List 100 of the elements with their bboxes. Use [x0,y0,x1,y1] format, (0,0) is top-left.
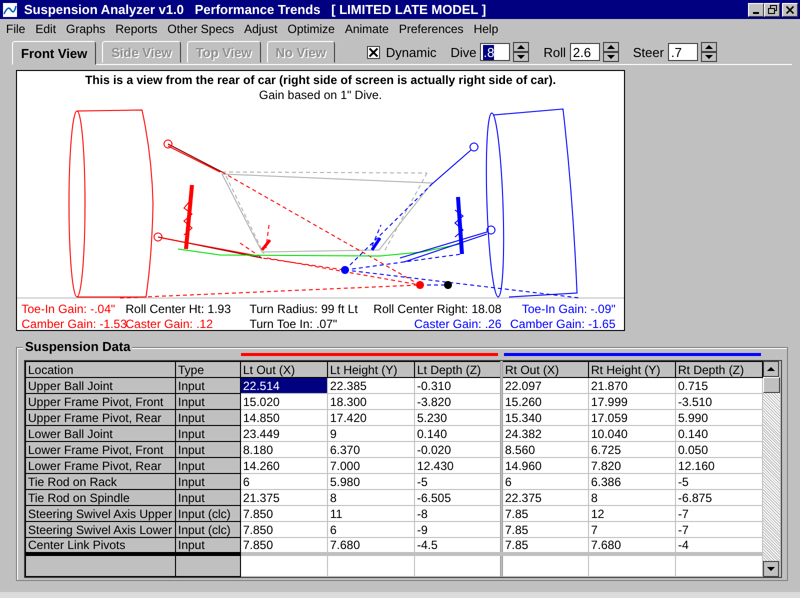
table-cell[interactable]: -5 [414,474,502,490]
dynamic-checkbox[interactable] [366,46,380,58]
table-cell[interactable]: -7 [676,522,762,538]
table-cell[interactable]: 7.820 [588,458,676,474]
table-cell[interactable]: 22.097 [502,378,588,394]
table-cell: Lower Frame Pivot, Front [26,442,176,458]
table-cell[interactable]: 15.340 [502,410,588,426]
table-cell[interactable]: 21.375 [240,490,328,506]
table-cell[interactable]: 5.230 [414,410,502,426]
table-cell[interactable]: 6 [240,474,328,490]
menu-item[interactable]: Animate [344,22,389,36]
table-cell[interactable]: 0.715 [676,378,762,394]
table-cell[interactable]: -3.510 [676,394,762,410]
minimize-button[interactable] [748,2,764,16]
column-header[interactable]: Rt Depth (Z) [676,362,762,378]
table-cell[interactable]: 22.514 [240,378,328,394]
table-cell[interactable]: -9 [414,522,502,538]
spin-buttons[interactable] [700,42,717,62]
table-cell[interactable]: 5.980 [328,474,414,490]
menu-item[interactable]: Optimize [287,22,335,36]
spinner-field[interactable]: .8 [480,43,510,61]
table-cell[interactable]: 12 [588,506,676,522]
spinner-field[interactable]: .7 [668,43,698,61]
column-header[interactable]: Rt Out (X) [502,362,588,378]
table-cell[interactable]: 17.059 [588,410,676,426]
table-cell[interactable]: 17.999 [588,394,676,410]
table-cell[interactable]: 12.160 [676,458,762,474]
view-tab[interactable]: Front View [12,41,96,65]
table-cell[interactable]: 10.040 [588,426,676,442]
menu-item[interactable]: Help [474,22,498,36]
vertical-scrollbar[interactable] [763,361,780,576]
table-cell[interactable]: 7.850 [240,522,328,538]
table-cell: Upper Frame Pivot, Front [26,394,176,410]
table-cell[interactable]: -0.020 [414,442,502,458]
table-cell[interactable]: 12.430 [414,458,502,474]
table-cell[interactable]: 5.990 [676,410,762,426]
spin-buttons[interactable] [602,42,619,62]
table-cell[interactable]: -7 [676,506,762,522]
table-cell[interactable]: 9 [328,426,414,442]
table-cell[interactable]: 7.85 [502,506,588,522]
table-cell[interactable]: 24.382 [502,426,588,442]
table-cell[interactable]: 14.960 [502,458,588,474]
checkbox-label: Dynamic [386,44,436,60]
spin-buttons[interactable] [513,42,530,62]
column-header[interactable]: Location [26,362,176,378]
table-cell[interactable]: 22.385 [328,378,414,394]
menu-item[interactable]: Adjust [244,22,278,36]
table-cell[interactable]: -3.820 [414,394,502,410]
column-header[interactable]: Lt Out (X) [240,362,328,378]
table-cell[interactable]: 0.140 [414,426,502,442]
table-cell[interactable]: 8.180 [240,442,328,458]
table-cell[interactable]: 21.870 [588,378,676,394]
table-cell[interactable]: 15.260 [502,394,588,410]
table-cell[interactable]: 18.300 [328,394,414,410]
table-cell[interactable]: -6.505 [414,490,502,506]
window-title: Suspension Analyzer v1.0 Performance Trends [ LIMITED LATE MODEL ] [24,2,488,17]
close-button[interactable] [782,2,798,16]
column-header[interactable]: Rt Height (Y) [588,362,676,378]
menu-item[interactable]: File [6,22,26,36]
table-cell[interactable]: 6.386 [588,474,676,490]
table-cell[interactable]: 7.000 [328,458,414,474]
spinner-field[interactable]: 2.6 [570,43,600,61]
table-cell[interactable]: -5 [676,474,762,490]
table-cell[interactable]: 14.850 [240,410,328,426]
table-cell[interactable]: 8.560 [502,442,588,458]
table-cell[interactable]: 11 [328,506,414,522]
menu-item[interactable]: Graphs [66,22,106,36]
field-value: .7 [670,44,682,60]
table-cell[interactable]: 8 [588,490,676,506]
column-header[interactable]: Lt Height (Y) [328,362,414,378]
table-cell[interactable]: 7.850 [240,506,328,522]
table-cell[interactable]: 7.85 [502,522,588,538]
scroll-thumb[interactable] [763,377,780,393]
table-cell: Lower Ball Joint [26,426,176,442]
table-cell[interactable]: 0.140 [676,426,762,442]
menu-item[interactable]: Other Specs [167,22,234,36]
table-cell[interactable]: 22.375 [502,490,588,506]
column-header[interactable]: Lt Depth (Z) [414,362,502,378]
table-cell[interactable]: -6.875 [676,490,762,506]
menu-item[interactable]: Preferences [398,22,464,36]
table-cell[interactable]: 15.020 [240,394,328,410]
menu-item[interactable]: Reports [115,22,158,36]
table-cell[interactable]: -8 [414,506,502,522]
table-cell[interactable]: -0.310 [414,378,502,394]
scroll-down-icon[interactable] [763,560,779,576]
table-cell[interactable]: 0.050 [676,442,762,458]
table-cell[interactable]: 14.260 [240,458,328,474]
restore-button[interactable] [764,2,780,16]
table-cell[interactable]: 6 [328,522,414,538]
table-cell[interactable]: 8 [328,490,414,506]
table-cell[interactable]: 17.420 [328,410,414,426]
table-cell[interactable]: 23.449 [240,426,328,442]
table-cell[interactable]: 7 [588,522,676,538]
table-cell[interactable]: 6.725 [588,442,676,458]
column-header[interactable]: Type [176,362,240,378]
scroll-up-icon[interactable] [763,361,779,377]
close-icon [786,6,794,14]
table-cell[interactable]: 6 [502,474,588,490]
menu-item[interactable]: Edit [35,22,56,36]
table-cell[interactable]: 6.370 [328,442,414,458]
